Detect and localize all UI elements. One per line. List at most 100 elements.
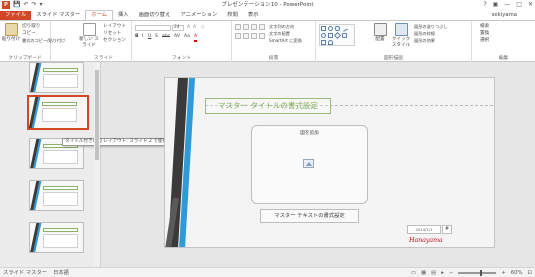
new-slide-button[interactable]: 新しい スライド: [77, 23, 101, 48]
layout-thumbnail-selected[interactable]: [27, 95, 89, 130]
thumbnail-scrollbar[interactable]: [94, 62, 100, 267]
tab-insert[interactable]: 挿入: [113, 11, 134, 20]
align-center-icon[interactable]: [243, 33, 249, 39]
layout-thumbnail[interactable]: [29, 62, 84, 93]
insert-picture-icon[interactable]: [303, 159, 314, 168]
format-painter-button[interactable]: 書式のコピー/貼り付け: [22, 38, 65, 44]
align-text-button[interactable]: 文字の配置: [269, 31, 290, 37]
shadow-button[interactable]: S: [155, 34, 158, 40]
user-account[interactable]: sekiyama: [492, 11, 535, 20]
underline-button[interactable]: U: [148, 34, 151, 40]
smartart-button[interactable]: SmartArt に変換: [269, 38, 302, 44]
reading-view-icon[interactable]: ▤: [431, 269, 436, 277]
clear-format-icon[interactable]: ◇: [201, 25, 205, 31]
shapes-gallery[interactable]: [319, 24, 355, 46]
tab-home[interactable]: ホーム: [85, 10, 113, 20]
justify-icon[interactable]: [259, 33, 265, 39]
section-button[interactable]: セクション: [103, 38, 126, 44]
paste-button[interactable]: 貼り付け: [0, 23, 22, 43]
increase-indent-icon[interactable]: [259, 24, 265, 30]
change-case-button[interactable]: Aa: [184, 34, 190, 40]
line-shape-icon[interactable]: [341, 25, 348, 32]
select-button[interactable]: 選択: [480, 38, 489, 44]
reset-button[interactable]: リセット: [103, 31, 121, 37]
rounded-rect-shape-icon[interactable]: [335, 26, 340, 31]
font-name-select[interactable]: [135, 25, 171, 31]
fit-slide-icon[interactable]: ⊡: [528, 269, 532, 277]
thumb-body: [43, 192, 78, 206]
zoom-slider[interactable]: [458, 270, 497, 276]
cut-button[interactable]: 切り取り: [22, 24, 40, 30]
layout-thumbnail[interactable]: [29, 180, 84, 211]
clipboard-group-label: クリップボード: [8, 56, 42, 61]
oval-shape-icon[interactable]: [328, 26, 333, 31]
italic-button[interactable]: I: [142, 34, 143, 40]
ribbon-display-icon[interactable]: ▣: [493, 0, 499, 10]
tab-view[interactable]: 表示: [243, 11, 264, 20]
maximize-button[interactable]: □: [516, 0, 522, 10]
align-left-icon[interactable]: [235, 33, 241, 39]
copy-button[interactable]: コピー: [22, 31, 36, 37]
shrink-font-icon[interactable]: A: [193, 25, 196, 31]
zoom-level[interactable]: 60%: [511, 269, 523, 277]
status-right: ▭ ▦ ▤ ▸ − + 60% ⊡: [411, 269, 532, 277]
slides-group-label: スライド: [93, 56, 114, 61]
font-size-select[interactable]: 24: [172, 25, 184, 31]
bullets-icon[interactable]: [235, 24, 241, 30]
tab-slide-master[interactable]: スライド マスター: [31, 11, 85, 20]
slides-group: 新しい スライド レイアウト リセット セクション スライド: [76, 21, 132, 62]
tab-file[interactable]: ファイル: [0, 11, 32, 20]
close-button[interactable]: ✕: [528, 0, 533, 10]
diamond-shape-icon[interactable]: [333, 31, 342, 40]
char-spacing-button[interactable]: AV: [174, 34, 180, 40]
textbox-shape-icon[interactable]: [342, 33, 347, 38]
thumbnail-scrollbar-thumb[interactable]: [95, 70, 99, 160]
title-placeholder[interactable]: マスター タイトルの書式設定: [205, 98, 331, 114]
sorter-view-icon[interactable]: ▦: [421, 269, 426, 277]
square-shape-icon[interactable]: [328, 33, 333, 38]
layout-thumbnail[interactable]: [29, 222, 84, 253]
arrange-button[interactable]: 配置: [370, 23, 390, 43]
help-icon[interactable]: ?: [483, 0, 486, 10]
status-language[interactable]: 日本語: [53, 269, 69, 277]
grow-font-icon[interactable]: A: [187, 25, 190, 31]
slide-stripes: [165, 78, 195, 247]
zoom-out-button[interactable]: −: [449, 269, 453, 277]
minimize-button[interactable]: —: [504, 0, 510, 10]
find-button[interactable]: 検索: [480, 24, 489, 30]
quick-styles-icon: [394, 23, 408, 36]
shape-effects-button[interactable]: 図形の効果: [414, 38, 435, 44]
font-color-button[interactable]: A: [194, 34, 198, 42]
circle-shape-icon[interactable]: [321, 33, 326, 38]
rectangle-shape-icon[interactable]: [321, 26, 326, 31]
thumb-body: [43, 74, 78, 88]
slideshow-icon[interactable]: ▸: [441, 269, 444, 277]
decrease-indent-icon[interactable]: [251, 24, 257, 30]
replace-button[interactable]: 置換: [480, 31, 489, 37]
bold-button[interactable]: B: [135, 34, 139, 40]
slide-number-placeholder[interactable]: #: [442, 225, 452, 234]
arc-shape-icon[interactable]: [328, 40, 333, 45]
align-right-icon[interactable]: [251, 33, 257, 39]
paragraph-group: 文字列の方向 文字の配置 SmartArt に変換 段落: [232, 21, 316, 62]
arrow-shape-icon[interactable]: [321, 40, 326, 45]
strikethrough-button[interactable]: abc: [162, 34, 170, 40]
text-placeholder[interactable]: マスター テキストの書式設定: [260, 209, 359, 223]
text-direction-button[interactable]: 文字列の方向: [269, 24, 294, 30]
title-bar: P 💾 ↶ ↷ ▾ プレゼンテーション10 - PowerPoint ? ▣ —…: [0, 0, 535, 10]
tab-animations[interactable]: アニメーション: [175, 11, 222, 20]
normal-view-icon[interactable]: ▭: [411, 269, 416, 277]
numbering-icon[interactable]: [243, 24, 249, 30]
thumb-title: [43, 68, 78, 72]
quick-styles-button[interactable]: クイック スタイル: [390, 23, 412, 48]
quick-styles-label: クイック スタイル: [391, 37, 411, 48]
tab-review[interactable]: 校閲: [222, 11, 243, 20]
picture-placeholder[interactable]: 図を追加: [251, 125, 368, 204]
thumb-title: [43, 186, 78, 190]
shape-outline-button[interactable]: 図形の枠線: [414, 31, 435, 37]
shape-fill-button[interactable]: 図形の塗りつぶし: [414, 24, 448, 30]
zoom-in-button[interactable]: +: [501, 269, 505, 277]
layout-button[interactable]: レイアウト: [103, 24, 126, 30]
tab-transitions[interactable]: 画面切り替え: [134, 11, 176, 20]
date-placeholder[interactable]: 2014/1/1: [407, 225, 441, 234]
